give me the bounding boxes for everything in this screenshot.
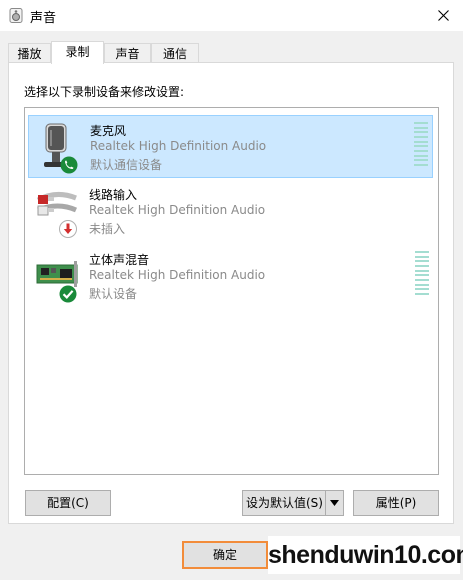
device-status: 默认设备	[89, 287, 138, 301]
instruction-text: 选择以下录制设备来修改设置:	[24, 85, 185, 99]
level-meter	[414, 122, 428, 166]
device-name: 立体声混音	[89, 253, 150, 267]
speaker-icon	[9, 8, 23, 23]
device-description: Realtek High Definition Audio	[89, 268, 266, 282]
tab-recording[interactable]: 录制	[51, 41, 104, 64]
configure-button[interactable]: 配置(C)	[25, 490, 111, 516]
properties-button[interactable]: 属性(P)	[353, 490, 439, 516]
level-meter	[415, 251, 429, 295]
chevron-down-icon	[330, 500, 339, 506]
device-item-microphone[interactable]: 麦克风 Realtek High Definition Audio 默认通信设备	[28, 115, 433, 178]
device-status: 默认通信设备	[90, 158, 163, 172]
window-title: 声音	[30, 11, 57, 26]
phone-badge-icon	[60, 156, 78, 174]
device-description: Realtek High Definition Audio	[89, 203, 266, 217]
ok-button[interactable]: 确定	[182, 541, 268, 569]
close-icon	[437, 10, 449, 21]
device-item-stereo-mix[interactable]: 立体声混音 Realtek High Definition Audio 默认设备	[28, 245, 433, 308]
tab-sounds[interactable]: 声音	[104, 43, 151, 63]
set-default-button[interactable]: 设为默认值(S)	[242, 490, 344, 516]
tab-communications[interactable]: 通信	[151, 43, 199, 63]
recording-panel: 选择以下录制设备来修改设置: 麦克风 Realtek High Definiti…	[8, 62, 454, 524]
set-default-label: 设为默认值(S)	[246, 496, 323, 510]
watermark-text: shenduwin10.com	[268, 536, 463, 574]
device-status: 未插入	[89, 222, 126, 236]
check-badge-icon	[59, 285, 77, 303]
close-button[interactable]	[423, 0, 463, 31]
device-description: Realtek High Definition Audio	[90, 139, 267, 153]
set-default-dropdown[interactable]	[325, 491, 343, 515]
unplugged-badge-icon	[59, 220, 77, 238]
device-list[interactable]: 麦克风 Realtek High Definition Audio 默认通信设备	[24, 107, 439, 475]
title-bar: 声音	[0, 0, 463, 31]
tab-playback[interactable]: 播放	[8, 43, 51, 63]
device-name: 麦克风	[90, 124, 127, 138]
device-name: 线路输入	[89, 188, 138, 202]
device-item-line-in[interactable]: 线路输入 Realtek High Definition Audio 未插入	[28, 180, 433, 243]
